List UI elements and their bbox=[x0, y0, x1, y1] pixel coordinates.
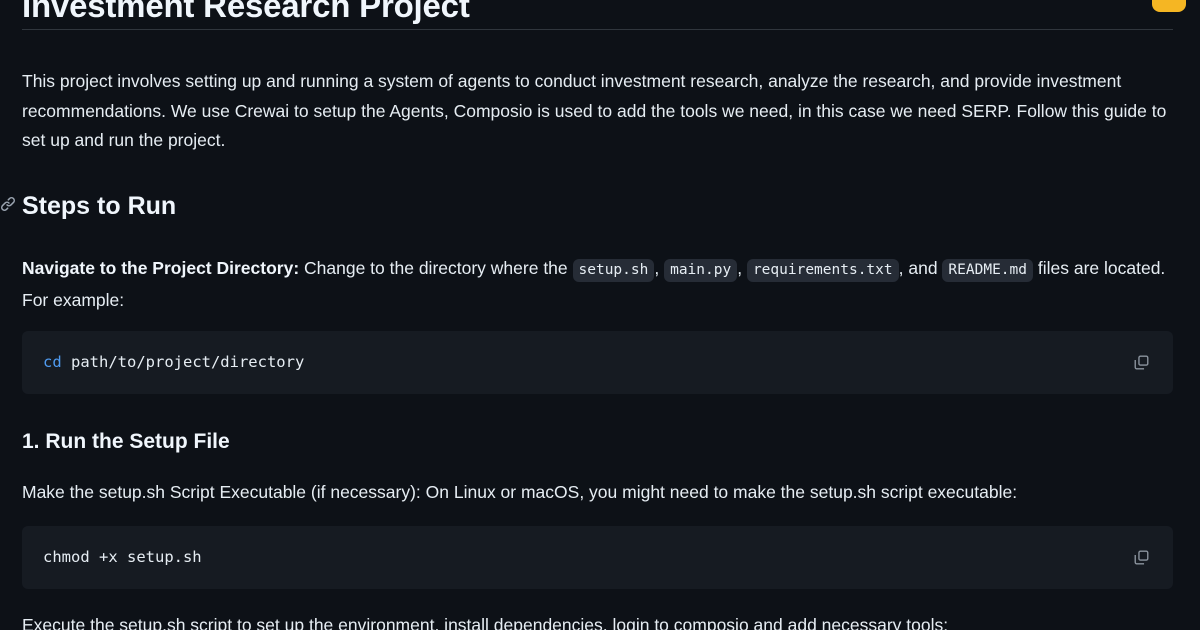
section-heading: Steps to Run bbox=[22, 190, 1173, 222]
code-block-chmod-content: chmod +x setup.sh bbox=[22, 526, 1173, 569]
corner-accent-badge bbox=[1152, 0, 1186, 12]
inline-code-main-py: main.py bbox=[664, 259, 737, 282]
intro-paragraph: This project involves setting up and run… bbox=[22, 67, 1173, 156]
documentation-page: Investment Research Project This project… bbox=[0, 0, 1200, 630]
copy-icon[interactable] bbox=[1127, 348, 1155, 376]
code-block-cd: cd path/to/project/directory bbox=[22, 331, 1173, 394]
trailing-paragraph: Execute the setup.sh script to set up th… bbox=[22, 611, 1173, 630]
section-heading-block: Steps to Run bbox=[22, 190, 1173, 222]
copy-icon[interactable] bbox=[1127, 543, 1155, 571]
subheading-block: 1. Run the Setup File bbox=[22, 428, 1173, 456]
code-keyword-cd: cd bbox=[43, 353, 62, 371]
setup-paragraph-block: Make the setup.sh Script Executable (if … bbox=[22, 478, 1173, 508]
page-title: Investment Research Project bbox=[22, 0, 1173, 26]
setup-paragraph: Make the setup.sh Script Executable (if … bbox=[22, 478, 1173, 508]
intro-paragraph-block: This project involves setting up and run… bbox=[22, 67, 1173, 156]
title-divider bbox=[22, 29, 1173, 30]
code-block-cd-content: cd path/to/project/directory bbox=[22, 331, 1173, 374]
inline-code-readme-md: README.md bbox=[942, 259, 1033, 282]
navigate-paragraph-block: Navigate to the Project Directory: Chang… bbox=[22, 254, 1173, 315]
code-separator-2: , bbox=[737, 258, 747, 278]
code-block-chmod: chmod +x setup.sh bbox=[22, 526, 1173, 589]
inline-code-requirements-txt: requirements.txt bbox=[747, 259, 899, 282]
inline-code-setup-sh: setup.sh bbox=[573, 259, 655, 282]
title-block: Investment Research Project bbox=[22, 0, 1173, 41]
navigate-paragraph: Navigate to the Project Directory: Chang… bbox=[22, 254, 1173, 315]
code-separator-1: , bbox=[654, 258, 664, 278]
navigate-text-before: Change to the directory where the bbox=[299, 258, 572, 278]
subsection-heading: 1. Run the Setup File bbox=[22, 428, 1173, 456]
code-block-1-wrapper: cd path/to/project/directory bbox=[22, 331, 1173, 394]
code-separator-3: , and bbox=[899, 258, 943, 278]
navigate-bold-label: Navigate to the Project Directory: bbox=[22, 258, 299, 278]
code-argument-path: path/to/project/directory bbox=[62, 353, 305, 371]
section-heading-label: Steps to Run bbox=[22, 192, 176, 220]
code-block-2-wrapper: chmod +x setup.sh bbox=[22, 526, 1173, 589]
link-icon[interactable] bbox=[0, 196, 16, 212]
trailing-paragraph-block: Execute the setup.sh script to set up th… bbox=[22, 611, 1173, 630]
